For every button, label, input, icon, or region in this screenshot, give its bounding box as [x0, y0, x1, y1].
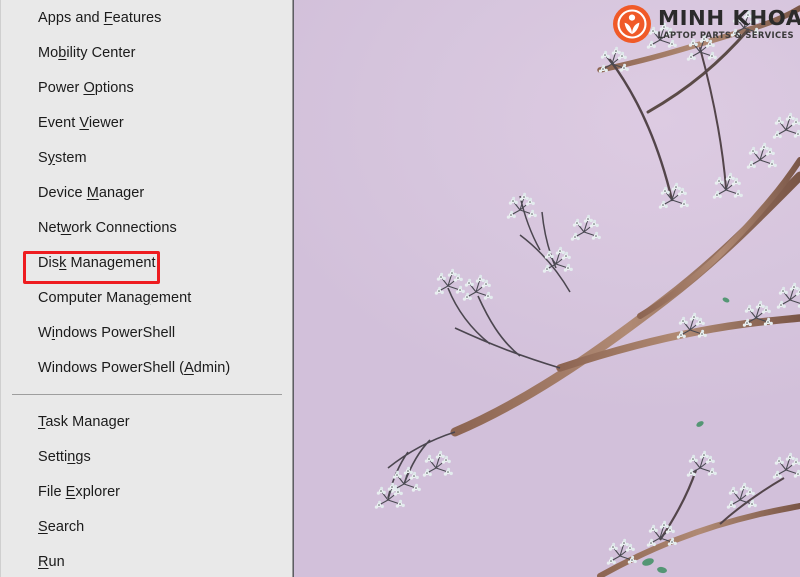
desktop-screen: MINH KHOA LAPTOP PARTS & SERVICES Apps a… — [0, 0, 800, 577]
menu-item-label: Run — [38, 553, 65, 570]
menu-item-label: File Explorer — [38, 483, 121, 500]
menu-item-label: Disk Management — [38, 254, 156, 271]
menu-item-label: Settings — [38, 448, 91, 465]
menu-item-disk-management[interactable]: Disk Management — [0, 245, 292, 280]
menu-item-label: Network Connections — [38, 219, 177, 236]
menu-item-windows-powershell[interactable]: Windows PowerShell — [0, 315, 292, 350]
logo-tagline: LAPTOP PARTS & SERVICES — [657, 30, 794, 41]
power-user-menu[interactable]: Apps and Features Mobility Center Power Op… — [0, 0, 293, 577]
logo-text-block: MINH KHOA LAPTOP PARTS & SERVICES — [657, 8, 800, 41]
menu-item-event-viewer[interactable]: Event Viewer — [0, 105, 292, 140]
menu-item-label: Device Manager — [38, 184, 145, 201]
menu-item-network-connections[interactable]: Network Connections — [0, 210, 292, 245]
menu-item-file-explorer[interactable]: File Explorer — [0, 474, 292, 509]
menu-item-label: Apps and Features — [38, 9, 162, 26]
menu-item-settings[interactable]: Settings — [0, 439, 292, 474]
menu-item-label: System — [38, 149, 87, 166]
menu-item-label: Windows PowerShell — [38, 324, 176, 341]
menu-item-label: Search — [38, 518, 85, 535]
menu-item-computer-management[interactable]: Computer Management — [0, 280, 292, 315]
menu-item-mobility-center[interactable]: Mobility Center — [0, 35, 292, 70]
logo-brand-name: MINH KHOA — [657, 6, 800, 31]
menu-item-run[interactable]: Run — [0, 544, 292, 577]
menu-item-system[interactable]: System — [0, 140, 292, 175]
menu-item-power-options[interactable]: Power Options — [0, 70, 292, 105]
menu-item-apps-and-features[interactable]: Apps and Features — [0, 0, 292, 35]
menu-item-label: Computer Management — [38, 289, 192, 306]
menu-item-label: Task Manager — [38, 413, 130, 430]
minh-khoa-watermark-logo: MINH KHOA LAPTOP PARTS & SERVICES — [612, 4, 800, 44]
menu-item-search[interactable]: Search — [0, 509, 292, 544]
menu-item-task-manager[interactable]: Task Manager — [0, 404, 292, 439]
menu-item-label: Event Viewer — [38, 114, 124, 131]
menu-item-label: Windows PowerShell (Admin) — [38, 359, 231, 376]
menu-separator — [12, 394, 282, 395]
menu-item-windows-powershell-admin[interactable]: Windows PowerShell (Admin) — [0, 350, 292, 385]
minh-khoa-circle-icon — [612, 5, 651, 43]
menu-item-label: Mobility Center — [38, 44, 136, 61]
menu-item-label: Power Options — [38, 79, 134, 96]
menu-group-0: Apps and Features Mobility Center Power Op… — [0, 0, 292, 385]
menu-item-device-manager[interactable]: Device Manager — [0, 175, 292, 210]
menu-group-container: Apps and Features Mobility Center Power Op… — [0, 0, 292, 577]
menu-group-1: Task Manager Settings File Explorer Search R… — [0, 404, 292, 577]
